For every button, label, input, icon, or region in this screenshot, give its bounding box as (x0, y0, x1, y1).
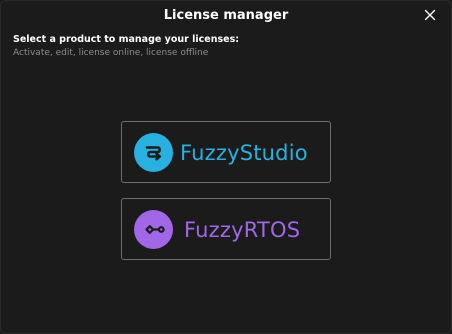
product-button-fuzzystudio[interactable]: FuzzyStudio (121, 121, 331, 183)
fuzzystudio-logo-icon (134, 133, 173, 172)
instruction-heading: Select a product to manage your licenses… (13, 34, 240, 45)
product-name-fuzzystudio: FuzzyStudio (180, 141, 308, 165)
product-name-fuzzyrtos: FuzzyRTOS (184, 218, 301, 242)
close-icon (424, 9, 436, 21)
close-button[interactable] (422, 7, 438, 23)
license-manager-dialog: License manager Select a product to mana… (0, 0, 452, 334)
instruction-subheading: Activate, edit, license online, license … (13, 48, 209, 58)
fuzzyrtos-logo-icon (134, 210, 173, 249)
dialog-title: License manager (163, 8, 289, 23)
product-button-fuzzyrtos[interactable]: FuzzyRTOS (121, 198, 331, 260)
